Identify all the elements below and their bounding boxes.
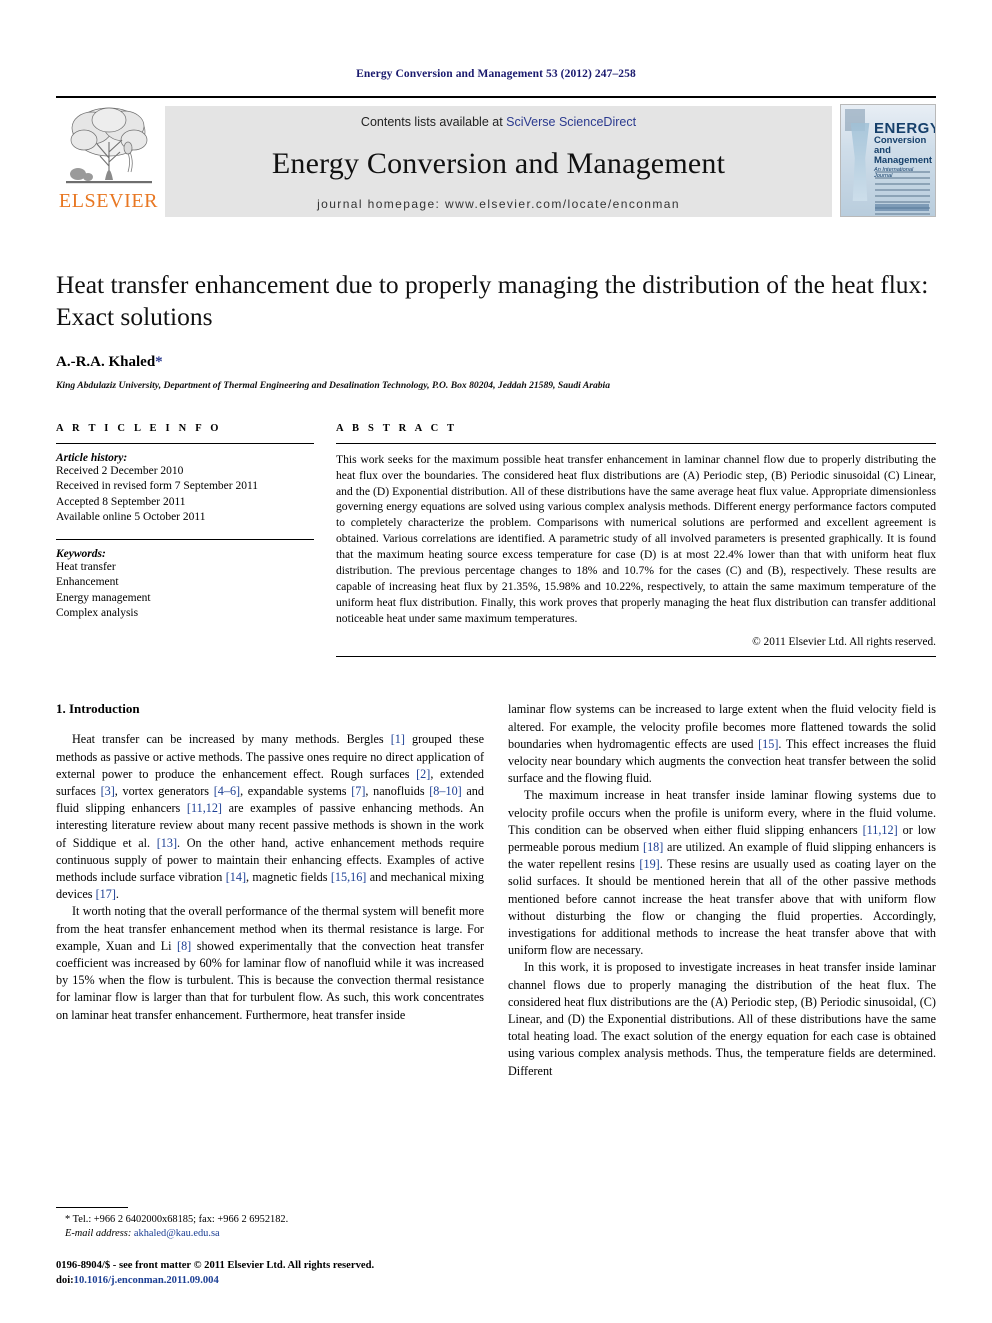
issn-line: 0196-8904/$ - see front matter © 2011 El…: [56, 1260, 375, 1272]
cover-title-line1: ENERGY: [874, 120, 936, 137]
cover-title-line2: Conversion and: [874, 135, 927, 156]
footnote-divider: [56, 1207, 128, 1209]
history-item: Accepted 8 September 2011: [56, 495, 186, 508]
history-item: Available online 5 October 2011: [56, 511, 206, 524]
email-label: E-mail address:: [65, 1228, 132, 1240]
doi-line: doi:10.1016/j.enconman.2011.09.004: [56, 1274, 484, 1289]
body-column-right: laminar flow systems can be increased to…: [508, 701, 936, 1079]
abstract-column: A B S T R A C T This work seeks for the …: [336, 423, 936, 658]
paragraph: Heat transfer can be increased by many m…: [56, 732, 484, 902]
journal-title: Energy Conversion and Management: [271, 146, 726, 180]
divider: [56, 442, 314, 444]
article-info-column: A R T I C L E I N F O Article history: R…: [56, 423, 314, 658]
cover-footer-bar: [875, 204, 929, 211]
paragraph: In this work, it is proposed to investig…: [508, 960, 936, 1078]
issn-copyright-block: 0196-8904/$ - see front matter © 2011 El…: [56, 1259, 484, 1289]
body-columns: 1. Introduction Heat transfer can be inc…: [56, 701, 936, 1079]
divider: [56, 538, 314, 540]
divider: [336, 656, 936, 658]
keyword-item: Energy management: [56, 591, 151, 604]
article-info-heading: A R T I C L E I N F O: [56, 422, 222, 434]
abstract-text: This work seeks for the maximum possible…: [336, 452, 936, 625]
author-name: A.-R.A. Khaled: [56, 353, 156, 370]
running-head: Energy Conversion and Management 53 (201…: [356, 68, 636, 80]
sciencedirect-link[interactable]: SciVerse ScienceDirect: [506, 115, 636, 129]
contents-prefix: Contents lists available at: [360, 115, 507, 129]
title-block: Heat transfer enhancement due to properl…: [56, 269, 936, 391]
corresponding-author-marker: *: [155, 353, 163, 370]
corresponding-author-footnote: * Tel.: +966 2 6402000x68185; fax: +966 …: [65, 1214, 289, 1226]
keyword-item: Heat transfer: [56, 560, 116, 573]
elsevier-logo: ELSEVIER: [56, 98, 161, 223]
journal-masthead: ELSEVIER Contents lists available at Sci…: [56, 96, 936, 223]
journal-cover-thumbnail: ENERGY Conversion and Management An Inte…: [840, 104, 936, 217]
email-link[interactable]: akhaled@kau.edu.sa: [134, 1228, 220, 1239]
section-heading-introduction: 1. Introduction: [56, 701, 140, 717]
paper-page: Energy Conversion and Management 53 (201…: [0, 0, 992, 1323]
cooling-tower-icon: [850, 123, 870, 201]
journal-homepage-line[interactable]: journal homepage: www.elsevier.com/locat…: [317, 197, 680, 211]
contents-available-line: Contents lists available at SciVerse Sci…: [361, 115, 636, 129]
keyword-item: Complex analysis: [56, 607, 139, 620]
elsevier-wordmark: ELSEVIER: [58, 190, 159, 212]
paragraph: The maximum increase in heat transfer in…: [508, 788, 937, 958]
copyright-line: © 2011 Elsevier Ltd. All rights reserved…: [752, 636, 936, 649]
article-history-label: Article history:: [56, 451, 128, 464]
paragraph: laminar flow systems can be increased to…: [508, 702, 936, 786]
affiliation: King Abdulaziz University, Department of…: [56, 379, 611, 391]
history-item: Received 2 December 2010: [56, 464, 184, 477]
doi-label: doi:: [56, 1275, 74, 1287]
journal-banner: Contents lists available at SciVerse Sci…: [165, 106, 832, 217]
paragraph: It worth noting that the overall perform…: [56, 904, 485, 1022]
elsevier-tree-icon: [64, 102, 154, 190]
author-list: A.-R.A. Khaled*: [56, 354, 936, 371]
abstract-heading: A B S T R A C T: [336, 422, 458, 434]
history-item: Received in revised form 7 September 201…: [56, 480, 259, 493]
doi-link[interactable]: 10.1016/j.enconman.2011.09.004: [74, 1275, 219, 1286]
footnote-area: * Tel.: +966 2 6402000x68185; fax: +966 …: [56, 1207, 484, 1289]
email-footnote: E-mail address: akhaled@kau.edu.sa: [56, 1227, 484, 1241]
page-title: Heat transfer enhancement due to properl…: [56, 270, 929, 331]
divider: [336, 442, 936, 444]
keyword-item: Enhancement: [56, 576, 119, 589]
keywords-label: Keywords:: [56, 547, 106, 560]
body-column-left: 1. Introduction Heat transfer can be inc…: [56, 701, 484, 1079]
info-abstract-region: A R T I C L E I N F O Article history: R…: [56, 423, 936, 658]
cover-title-line3: Management: [874, 154, 933, 166]
